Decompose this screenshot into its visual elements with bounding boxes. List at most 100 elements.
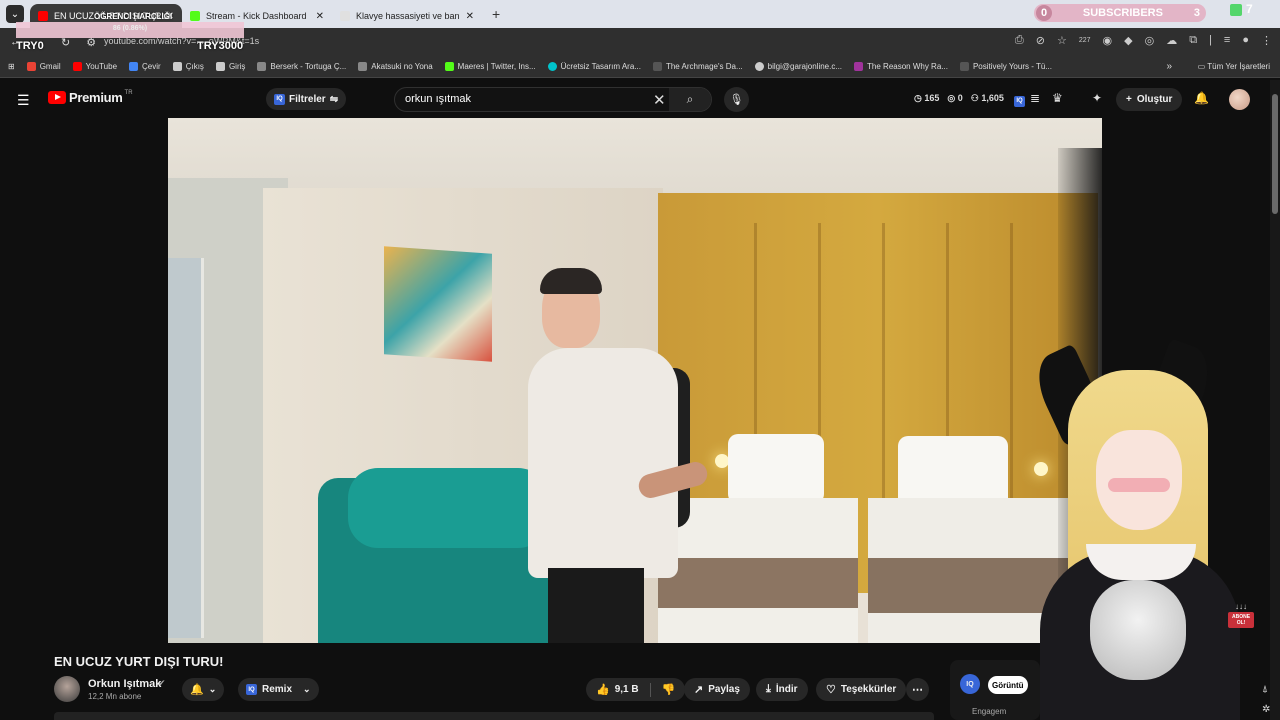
bookmark-canva[interactable]: Ücretsiz Tasarım Ara... [547,62,641,71]
iq-extension-icon: IQ [960,674,980,694]
donation-progress: 86 (0.86%) [112,25,148,32]
bell-icon: 🔔 [190,684,204,696]
gift-icon[interactable]: ✦ [1092,91,1102,105]
bookmark-label: Çıkış [185,62,204,71]
page-icon [959,62,969,71]
search-button[interactable]: ⌕ [669,88,711,111]
extension-icon[interactable]: ◉ [1103,34,1113,47]
avatar-teddy-bear [1090,580,1186,680]
remix-button[interactable]: IQ Remix ⌄ [238,678,319,701]
more-actions-button[interactable]: ⋯ [906,678,929,701]
subs-target: 3 [1193,7,1200,19]
notifications-bell-icon[interactable]: 🔔 [1194,91,1209,105]
thumbs-up-icon[interactable]: 👍 [596,683,610,696]
clear-icon[interactable]: ✕ [653,91,666,109]
list-icon[interactable]: ≣ [1030,91,1040,105]
tab-keyboard[interactable]: Klavye hassasiyeti ve ban ✕ [332,4,482,28]
video-player[interactable] [168,118,1102,643]
kick-icon [444,62,454,71]
stat-eye: ◎ 0 [947,93,963,103]
thumbs-down-icon[interactable]: 👎 [662,683,676,696]
more-horizontal-icon: ⋯ [912,684,923,696]
engagement-view-button[interactable]: Görüntü [988,676,1028,694]
close-icon[interactable]: ✕ [466,11,474,22]
bookmark-label: Çevir [142,62,161,71]
divider: | [1209,34,1212,46]
page-favicon-icon [340,11,350,21]
chevron-down-icon: ⌄ [208,684,217,694]
youtube-premium-logo[interactable]: Premium TR [48,90,133,105]
bookmark-label: Giriş [228,62,246,71]
share-icon: ↗ [694,684,704,696]
donation-min: TRY0 [16,40,44,52]
bookmark-label: The Reason Why Ra... [867,62,948,71]
iq-icon[interactable]: IQ [1014,91,1025,107]
chevron-right-icon[interactable]: » [1166,61,1172,72]
bookmark-berserk[interactable]: Berserk - Tortuga Ç... [257,62,346,71]
playlist-icon[interactable]: ≡ [1224,34,1230,47]
search-icon: ⌕ [686,92,694,106]
video-painting [384,246,492,362]
new-tab-icon[interactable]: + [492,6,500,22]
canva-icon [547,62,557,71]
page-icon [215,62,225,71]
bookmark-label: The Archmage's Da... [665,62,743,71]
like-count[interactable]: 9,1 B [615,684,639,695]
extensions-puzzle-icon[interactable]: ⧉ [1189,34,1197,47]
bookmark-youtube[interactable]: YouTube [72,62,118,71]
search-input[interactable] [405,93,645,105]
video-person [528,268,710,643]
all-bookmarks[interactable]: ▭ Tüm Yer İşaretleri [1198,62,1270,71]
bookmark-bilgi[interactable]: bilgi@garajonline.c... [754,62,843,71]
filters-button[interactable]: IQ Filtreler ⇋ [266,88,347,110]
bookmark-star-icon[interactable]: ☆ [1057,34,1067,47]
bookmark-label: Ücretsiz Tasarım Ara... [560,62,641,71]
tab-search-icon[interactable]: ⌄ [6,5,24,23]
bookmark-positively[interactable]: Positively Yours - Tü... [959,62,1052,71]
bookmark-label: YouTube [85,62,118,71]
profile-icon[interactable]: ● [1242,34,1249,47]
overlay-green-icon [1230,4,1242,16]
bookmark-label: bilgi@garajonline.c... [767,62,843,71]
video-bed [658,498,858,643]
create-button[interactable]: + Oluştur [1116,88,1183,111]
bookmark-cevir[interactable]: Çevir [129,62,161,71]
sliders-icon: ⇋ [329,93,339,105]
bookmark-gmail[interactable]: Gmail [26,62,61,71]
donation-goal-title: ÖĞRENCİ HARÇLIĞI [94,12,173,21]
extension-icon[interactable]: ◆ [1124,34,1132,47]
avatar-blush [1108,478,1170,492]
voice-search-button[interactable]: 🎙 [724,87,749,112]
bookmark-archmage[interactable]: The Archmage's Da... [652,62,743,71]
bookmark-akatsuki[interactable]: Akatsuki no Yona [358,62,433,71]
user-avatar[interactable] [1229,89,1250,110]
download-button[interactable]: ⤓ İndir [756,678,808,701]
close-icon[interactable]: ✕ [316,11,324,22]
scrollbar-thumb[interactable] [1272,94,1278,214]
channel-name[interactable]: Orkun Işıtmak [88,678,161,690]
apps-grid-icon[interactable]: ⊞ [8,62,15,71]
trophy-icon[interactable]: ♛ [1052,91,1063,105]
menu-icon[interactable]: ☰ [17,92,30,109]
extension-badge-icon[interactable]: 227 [1079,37,1091,47]
subscribe-bell-button[interactable]: 🔔 ⌄ [182,678,225,701]
share-button[interactable]: ↗ Paylaş [684,678,750,701]
extension-stats: ◷ 165 ◎ 0 ⚇ 1,605 [914,93,1004,104]
bookmark-cikis[interactable]: Çıkış [172,62,204,71]
download-label: İndir [775,684,798,695]
install-app-icon[interactable]: ⎙ [1015,34,1024,47]
eye-off-icon[interactable]: ⊘ [1036,34,1045,47]
bookmark-reason[interactable]: The Reason Why Ra... [854,62,948,71]
extension-icon[interactable]: ☁ [1166,34,1177,47]
comments-section-edge [54,712,934,720]
thanks-button[interactable]: ♡ Teşekkürler [816,678,907,701]
bookmark-giris[interactable]: Giriş [215,62,246,71]
engagement-label: Engagem [972,707,1007,716]
extension-icon[interactable]: ◎ [1145,34,1155,47]
tab-label: Stream - Kick Dashboard [206,11,307,21]
more-vertical-icon[interactable]: ⋮ [1261,34,1272,47]
bookmark-maeres[interactable]: Maeres | Twitter, Ins... [444,62,536,71]
microphone-icon: 🎙 [729,94,744,106]
bookmark-label: Maeres | Twitter, Ins... [457,62,536,71]
channel-avatar[interactable] [54,676,80,702]
